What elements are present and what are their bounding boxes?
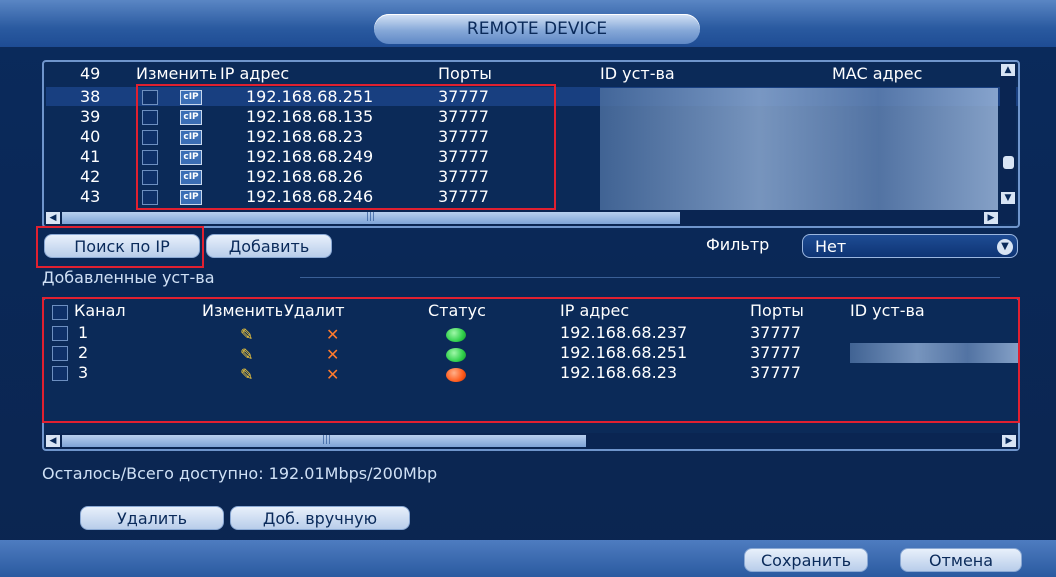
col-header-mac[interactable]: MAC адрес (832, 64, 922, 83)
filter-select[interactable]: Нет ▼ (802, 234, 1018, 258)
col-header-device-id[interactable]: ID уст-ва (600, 64, 675, 83)
scroll-thumb[interactable] (1003, 156, 1014, 169)
col-header-num[interactable]: 49 (80, 64, 100, 83)
added-devices-table: Канал Изменить Удалит Статус IP адрес По… (42, 297, 1020, 451)
row-num: 42 (80, 167, 101, 186)
scroll-down-icon[interactable]: ▼ (1001, 192, 1015, 204)
chevron-down-icon: ▼ (997, 239, 1013, 255)
horizontal-scrollbar[interactable]: ◀ ||| ▶ (46, 433, 1018, 449)
row-num: 41 (80, 147, 101, 166)
scroll-up-icon[interactable]: ▲ (1001, 64, 1015, 76)
col-header-change[interactable]: Изменить (136, 64, 216, 83)
section-divider (300, 277, 1000, 278)
bandwidth-status: Осталось/Всего доступно: 192.01Mbps/200M… (42, 464, 438, 483)
vertical-scrollbar[interactable]: ▲ ▼ (1000, 64, 1016, 224)
scroll-left-icon[interactable]: ◀ (46, 212, 60, 224)
scroll-right-icon[interactable]: ▶ (984, 212, 998, 224)
search-by-ip-button[interactable]: Поиск по IP (44, 234, 200, 258)
scroll-right-icon[interactable]: ▶ (1002, 435, 1016, 447)
save-button[interactable]: Сохранить (744, 548, 868, 572)
search-results-table: 49 Изменить IP адрес Порты ID уст-ва MAC… (42, 60, 1020, 228)
scroll-grip-icon: ||| (366, 212, 376, 222)
bottom-bar: Сохранить Отмена (0, 540, 1056, 577)
horizontal-scrollbar[interactable]: ◀ ||| ▶ (46, 210, 1000, 226)
remote-device-window: REMOTE DEVICE 49 Изменить IP адрес Порты… (0, 0, 1056, 577)
filter-value: Нет (815, 237, 847, 256)
delete-button[interactable]: Удалить (80, 506, 224, 530)
row-num: 39 (80, 107, 101, 126)
col-header-ip[interactable]: IP адрес (220, 64, 289, 83)
highlight-box-search-rows (136, 84, 556, 210)
title-bar: REMOTE DEVICE (0, 0, 1056, 48)
scroll-left-icon[interactable]: ◀ (46, 435, 60, 447)
add-manually-button[interactable]: Доб. вручную (230, 506, 410, 530)
row-num: 40 (80, 127, 101, 146)
add-button[interactable]: Добавить (206, 234, 332, 258)
window-title: REMOTE DEVICE (374, 14, 700, 44)
highlight-box-added-devices (42, 297, 1020, 423)
col-header-ports[interactable]: Порты (438, 64, 492, 83)
added-devices-label: Добавленные уст-ва (42, 268, 215, 287)
cancel-button[interactable]: Отмена (900, 548, 1022, 572)
filter-label: Фильтр (706, 235, 770, 254)
redacted-device-info (600, 88, 998, 212)
row-num: 43 (80, 187, 101, 206)
row-num: 38 (80, 87, 101, 106)
scroll-grip-icon: ||| (322, 435, 332, 445)
